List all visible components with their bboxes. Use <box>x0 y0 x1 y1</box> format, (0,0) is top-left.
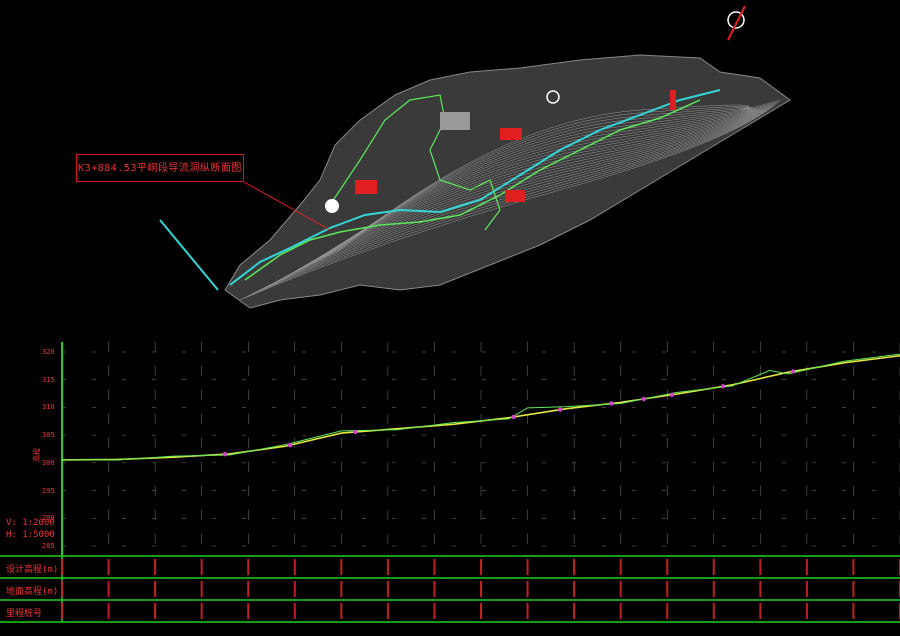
table-tick <box>61 603 63 619</box>
table-tick <box>480 603 482 619</box>
table-ticks <box>61 559 900 619</box>
table-tick <box>340 559 343 575</box>
table-tick <box>247 603 250 619</box>
horizontal-scale-note: H: 1:5000 <box>6 530 55 540</box>
table-tick <box>433 559 436 575</box>
leader-line <box>159 219 219 291</box>
table-tick <box>619 603 622 619</box>
table-tick <box>247 559 250 575</box>
building-block <box>440 112 470 130</box>
table-tick <box>852 559 855 575</box>
profile-table <box>0 555 900 623</box>
row-label-ground-elevation: 地面高程(m) <box>6 587 59 597</box>
table-tick <box>759 581 762 597</box>
table-tick <box>619 559 622 575</box>
red-marker <box>500 128 522 140</box>
profile-markers <box>222 369 796 457</box>
table-tick <box>573 581 576 597</box>
table-tick <box>200 603 203 619</box>
profile-marker <box>669 392 675 398</box>
y-tick-label: 285 <box>42 542 55 550</box>
table-tick <box>61 559 63 575</box>
table-tick <box>759 559 762 575</box>
drawing-canvas <box>0 5 900 623</box>
north-arrow-icon <box>727 5 746 41</box>
profile-grid <box>61 342 900 556</box>
profile-marker <box>557 407 563 412</box>
y-tick-label: 305 <box>42 431 55 440</box>
longitudinal-profile <box>61 342 900 556</box>
y-tick-label: 295 <box>42 486 55 495</box>
y-tick-label: 300 <box>42 458 55 467</box>
profile-marker <box>511 414 516 420</box>
table-tick <box>805 559 808 575</box>
table-tick <box>805 581 808 597</box>
table-tick <box>666 581 669 597</box>
table-tick <box>386 559 389 575</box>
profile-marker <box>720 384 726 389</box>
table-tick <box>200 581 203 597</box>
y-tick-label: 320 <box>42 348 55 356</box>
table-tick <box>712 559 715 575</box>
table-tick <box>759 603 762 619</box>
table-tick <box>107 603 110 619</box>
profile-marker <box>641 396 647 402</box>
table-tick <box>573 603 576 619</box>
table-tick <box>619 581 622 597</box>
table-tick <box>293 603 296 619</box>
table-tick <box>852 581 855 597</box>
table-tick <box>712 603 715 619</box>
table-tick <box>154 581 157 597</box>
vertical-scale-note: V: 1:2000 <box>6 518 55 528</box>
table-tick <box>480 559 482 575</box>
table-tick <box>386 603 389 619</box>
table-tick <box>386 581 389 597</box>
y-axis-label: 高程 <box>33 448 41 462</box>
profile-marker <box>790 369 796 374</box>
row-label-design-elevation: 设计高程(m) <box>6 565 59 575</box>
red-marker <box>505 190 525 202</box>
table-tick <box>666 559 669 575</box>
profile-marker <box>287 442 293 448</box>
table-tick <box>107 559 110 575</box>
table-tick <box>340 581 343 597</box>
table-tick <box>154 603 157 619</box>
table-tick <box>247 581 250 597</box>
table-tick <box>526 559 529 575</box>
table-tick <box>293 559 296 575</box>
table-tick <box>526 581 529 597</box>
y-tick-label: 310 <box>42 403 55 412</box>
terrain-map <box>159 5 791 309</box>
red-marker <box>670 90 676 110</box>
callout-box: K3+884.53平峒段导流洞纵断面图 <box>76 154 244 182</box>
y-tick-label: 315 <box>42 375 55 384</box>
table-tick <box>340 603 343 619</box>
red-marker <box>355 180 377 194</box>
table-tick <box>805 603 808 619</box>
profile-marker <box>609 401 614 406</box>
table-tick <box>666 603 669 619</box>
table-tick <box>712 581 715 597</box>
table-tick <box>480 581 482 597</box>
table-tick <box>573 559 576 575</box>
table-tick <box>293 581 296 597</box>
table-tick <box>433 581 436 597</box>
profile-marker <box>353 429 358 435</box>
table-tick <box>200 559 203 575</box>
row-label-chainage: 里程桩号 <box>6 609 43 619</box>
table-tick <box>154 559 157 575</box>
table-tick <box>852 603 855 619</box>
table-tick <box>61 581 63 597</box>
table-tick <box>526 603 529 619</box>
table-tick <box>107 581 110 597</box>
table-tick <box>433 603 436 619</box>
portal-symbol <box>325 199 339 213</box>
profile-marker <box>222 452 228 457</box>
